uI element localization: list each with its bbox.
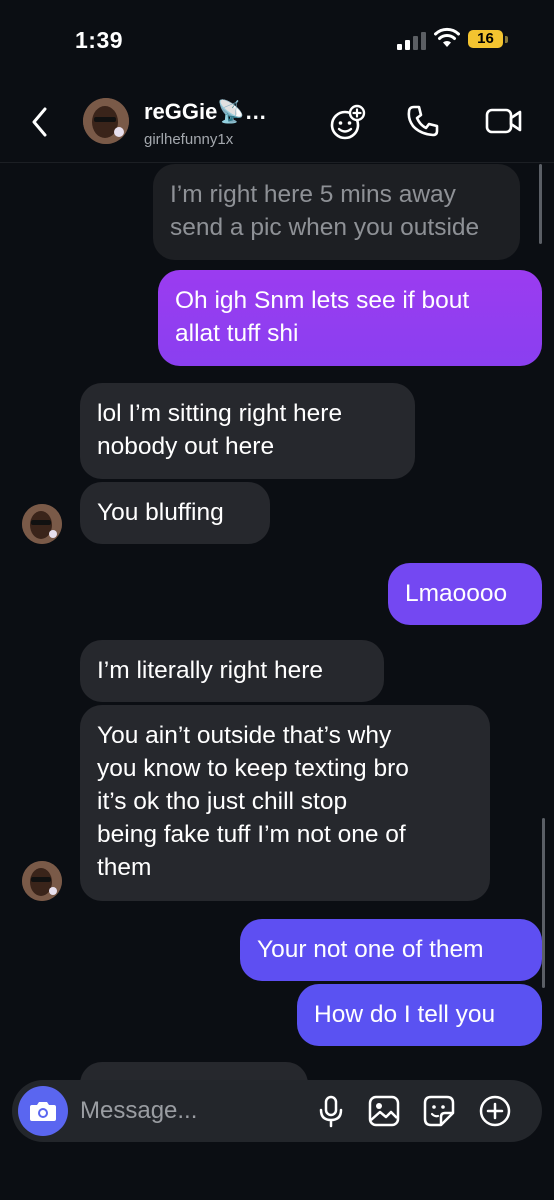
cellular-signal-icon (397, 30, 426, 50)
contact-username: girlhefunny1x (144, 131, 234, 148)
chat-header: reGGie📡… girlhefunny1x (0, 80, 554, 163)
status-bar: 1:39 16 (0, 0, 554, 80)
message-text: You bluffing (97, 499, 224, 526)
contact-avatar-small[interactable] (22, 504, 62, 544)
message-outgoing[interactable]: How do I tell you (297, 984, 542, 1046)
contact-name[interactable]: reGGie📡… (144, 99, 267, 125)
status-time: 1:39 (75, 27, 124, 53)
message-text: Oh igh Snm lets see if bout allat tuff s… (175, 287, 470, 347)
back-arrow-icon[interactable] (30, 106, 50, 138)
video-call-icon[interactable] (484, 104, 524, 138)
message-incoming[interactable]: lol I’m sitting right here nobody out he… (80, 383, 415, 479)
message-text: How do I tell you (314, 1001, 496, 1028)
message-composer (12, 1080, 542, 1142)
contact-avatar-small[interactable] (22, 861, 62, 901)
scrollbar[interactable] (542, 818, 545, 988)
scroll-indicator-top (539, 164, 542, 244)
wifi-icon (434, 27, 460, 47)
message-text: I’m right here 5 mins away send a pic wh… (170, 181, 480, 241)
message-text: lol I’m sitting right here nobody out he… (97, 400, 343, 460)
message-text: I’m literally right here (97, 657, 324, 684)
message-text: You ain’t outside that’s why you know to… (97, 722, 409, 881)
contact-avatar[interactable] (83, 98, 129, 144)
battery-cap (505, 36, 508, 43)
message-outgoing[interactable]: Oh igh Snm lets see if bout allat tuff s… (158, 270, 542, 366)
phone-call-icon[interactable] (406, 104, 440, 138)
message-incoming[interactable]: You bluffing (80, 482, 270, 544)
message-incoming[interactable]: I’m right here 5 mins away send a pic wh… (153, 164, 520, 260)
battery-indicator: 16 (468, 30, 503, 48)
gallery-icon[interactable] (368, 1095, 400, 1127)
sticker-icon[interactable] (423, 1095, 455, 1127)
add-icon[interactable] (479, 1095, 511, 1127)
message-text: Lmaoooo (405, 580, 508, 607)
camera-button[interactable] (18, 1086, 68, 1136)
add-effects-icon[interactable] (328, 104, 366, 142)
message-incoming[interactable]: I’m literally right here (80, 640, 384, 702)
message-outgoing[interactable]: Lmaoooo (388, 563, 542, 625)
message-incoming[interactable]: You ain’t outside that’s why you know to… (80, 705, 490, 901)
message-input[interactable] (80, 1094, 300, 1128)
camera-icon (30, 1102, 56, 1121)
message-text: Your not one of them (257, 936, 484, 963)
message-outgoing[interactable]: Your not one of them (240, 919, 542, 981)
microphone-icon[interactable] (317, 1095, 345, 1129)
